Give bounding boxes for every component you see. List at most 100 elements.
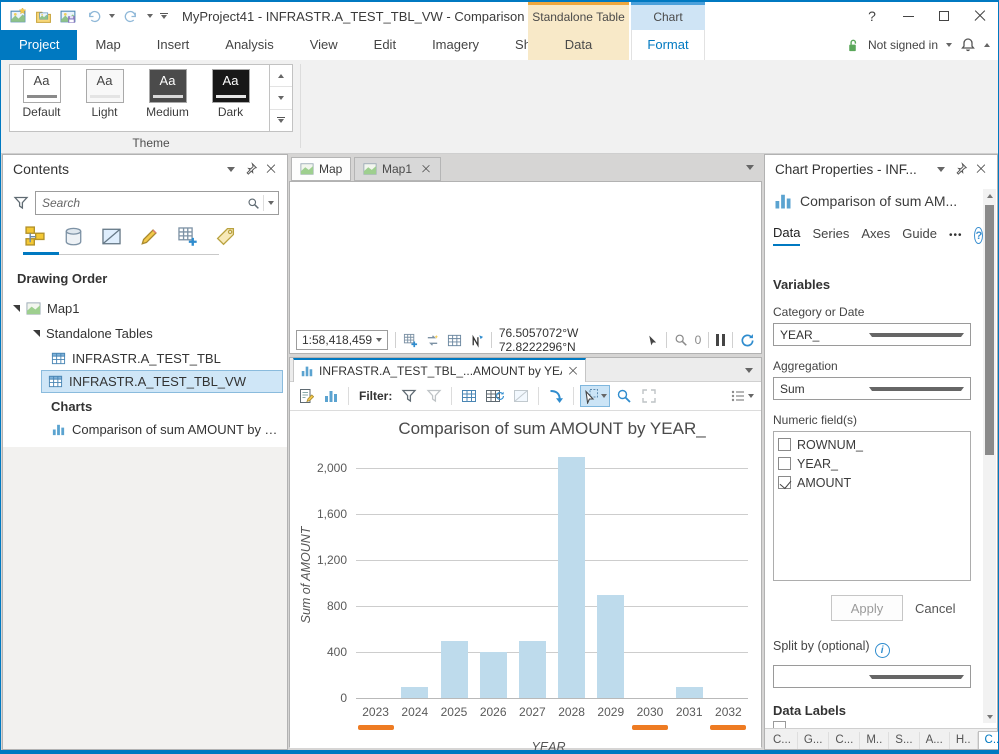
properties-overflow-icon[interactable]: ••• [949,230,963,241]
select-tool-icon[interactable] [580,385,610,407]
close-chart-tab-icon[interactable] [569,367,578,376]
close-map1-tab-icon[interactable] [422,165,430,173]
properties-tab-guide[interactable]: Guide [902,226,937,245]
gallery-scroll-up-icon[interactable] [270,65,292,87]
properties-help-icon[interactable]: ? [974,227,983,244]
save-project-icon[interactable] [59,7,77,25]
bar-2024[interactable] [401,687,428,698]
chart-properties-icon[interactable] [295,385,317,407]
show-table-icon[interactable] [458,385,480,407]
chart-view-tab[interactable]: INFRASTR.A_TEST_TBL_...AMOUNT by YEAR_ [293,358,586,382]
clear-selection-icon[interactable] [510,385,532,407]
scroll-up-icon[interactable] [983,189,996,202]
view-tab-map1[interactable]: Map1 [354,157,441,181]
undo-icon[interactable] [84,7,102,25]
export-chart-icon[interactable] [545,385,567,407]
tree-item-infrastr-a-test-tbl[interactable]: INFRASTR.A_TEST_TBL [5,347,283,369]
dock-tab-2[interactable]: C... [829,732,860,749]
ribbon-tab-data[interactable]: Data [528,30,629,60]
bar-2025[interactable] [441,641,468,698]
bar-2027[interactable] [519,641,546,698]
new-project-icon[interactable] [9,7,27,25]
selection-zoom-icon[interactable] [674,333,688,347]
tab-drawing-order-icon[interactable] [23,223,47,249]
ribbon-tab-edit[interactable]: Edit [356,30,414,60]
apply-button[interactable]: Apply [831,595,903,621]
theme-card-default[interactable]: AaDefault [10,65,73,131]
ribbon-tab-view[interactable]: View [292,30,356,60]
convert-icon[interactable] [425,333,440,348]
bar-2028[interactable] [558,457,585,698]
checkbox[interactable] [778,457,791,470]
open-table-icon[interactable] [403,333,418,348]
redo-icon[interactable] [122,7,140,25]
filter-icon[interactable] [13,195,29,211]
scroll-down-icon[interactable] [983,710,996,723]
properties-pin-icon[interactable] [951,159,971,179]
zoom-in-tool-icon[interactable] [613,385,635,407]
notifications-bell-icon[interactable] [960,37,976,53]
view-tabs-dropdown-icon[interactable] [746,165,754,170]
dock-tab-1[interactable]: G... [798,732,830,749]
open-project-icon[interactable] [34,7,52,25]
bar-2026[interactable] [480,652,507,698]
ribbon-tab-insert[interactable]: Insert [139,30,208,60]
dock-tab-5[interactable]: A... [920,732,950,749]
search-icon[interactable] [244,197,263,210]
ribbon-tab-project[interactable]: Project [1,30,77,60]
theme-card-light[interactable]: AaLight [73,65,136,131]
tree-item-standalone-tables[interactable]: Standalone Tables [5,322,283,344]
help-button[interactable]: ? [854,2,890,30]
chart-tabs-dropdown-icon[interactable] [745,368,753,373]
numeric-field-year-[interactable]: YEAR_ [778,454,966,473]
contents-close-icon[interactable] [261,159,281,179]
maximize-button[interactable] [926,2,962,30]
properties-tab-series[interactable]: Series [812,226,849,245]
properties-scrollbar[interactable] [983,189,996,723]
split-by-select[interactable] [773,665,971,688]
map-view[interactable]: 1:58,418,459 76.5057072°W 72.8222296°N 0 [289,181,762,354]
properties-tab-axes[interactable]: Axes [861,226,890,245]
collapse-ribbon-icon[interactable] [984,43,990,47]
customize-quick-access-icon[interactable] [160,13,168,19]
checkbox[interactable] [778,438,791,451]
theme-card-dark[interactable]: AaDark [199,65,262,131]
scrollbar-thumb[interactable] [985,205,994,455]
switch-selection-icon[interactable] [483,385,507,407]
dock-tab-6[interactable]: H.. [950,732,978,749]
redo-dropdown-icon[interactable] [147,14,153,18]
properties-close-icon[interactable] [971,159,991,179]
dock-tab-3[interactable]: M.. [860,732,889,749]
undo-dropdown-icon[interactable] [109,14,115,18]
numeric-field-amount[interactable]: AMOUNT [778,473,966,492]
tree-item-infrastr-a-test-tbl-vw[interactable]: INFRASTR.A_TEST_TBL_VW [41,370,283,393]
tree-item-charts[interactable]: Charts [5,395,283,417]
search-input[interactable] [36,196,244,210]
full-extent-icon[interactable] [638,385,660,407]
dock-tab-0[interactable]: C... [767,732,798,749]
ribbon-tab-imagery[interactable]: Imagery [414,30,497,60]
theme-card-medium[interactable]: AaMedium [136,65,199,131]
scale-combo[interactable]: 1:58,418,459 [296,330,388,350]
tab-data-source-icon[interactable] [61,223,85,249]
chart-legend-icon[interactable] [728,385,756,407]
grid-icon[interactable] [447,333,462,348]
aggregation-select[interactable]: Sum [773,377,971,400]
search-dropdown-icon[interactable] [268,201,274,205]
tab-selection-icon[interactable] [99,223,123,249]
properties-tab-data[interactable]: Data [773,225,800,246]
dock-tab-7[interactable]: C... [978,731,999,749]
tree-item-comparison-of-sum-amount-by-year-[interactable]: Comparison of sum AMOUNT by YEAR_ [5,418,283,440]
checkbox[interactable] [778,476,791,489]
tree-item-map1[interactable]: Map1 [5,297,283,319]
signin-status[interactable]: Not signed in [868,38,938,52]
dock-tab-4[interactable]: S... [889,732,919,749]
properties-menu-icon[interactable] [931,159,951,179]
cancel-button[interactable]: Cancel [915,601,955,616]
tab-snapping-icon[interactable] [175,223,199,249]
gallery-expand-icon[interactable] [270,110,292,131]
ribbon-tab-map[interactable]: Map [77,30,138,60]
tab-labeling-icon[interactable] [213,223,237,249]
close-button[interactable] [962,2,998,30]
numeric-field-rownum-[interactable]: ROWNUM_ [778,435,966,454]
